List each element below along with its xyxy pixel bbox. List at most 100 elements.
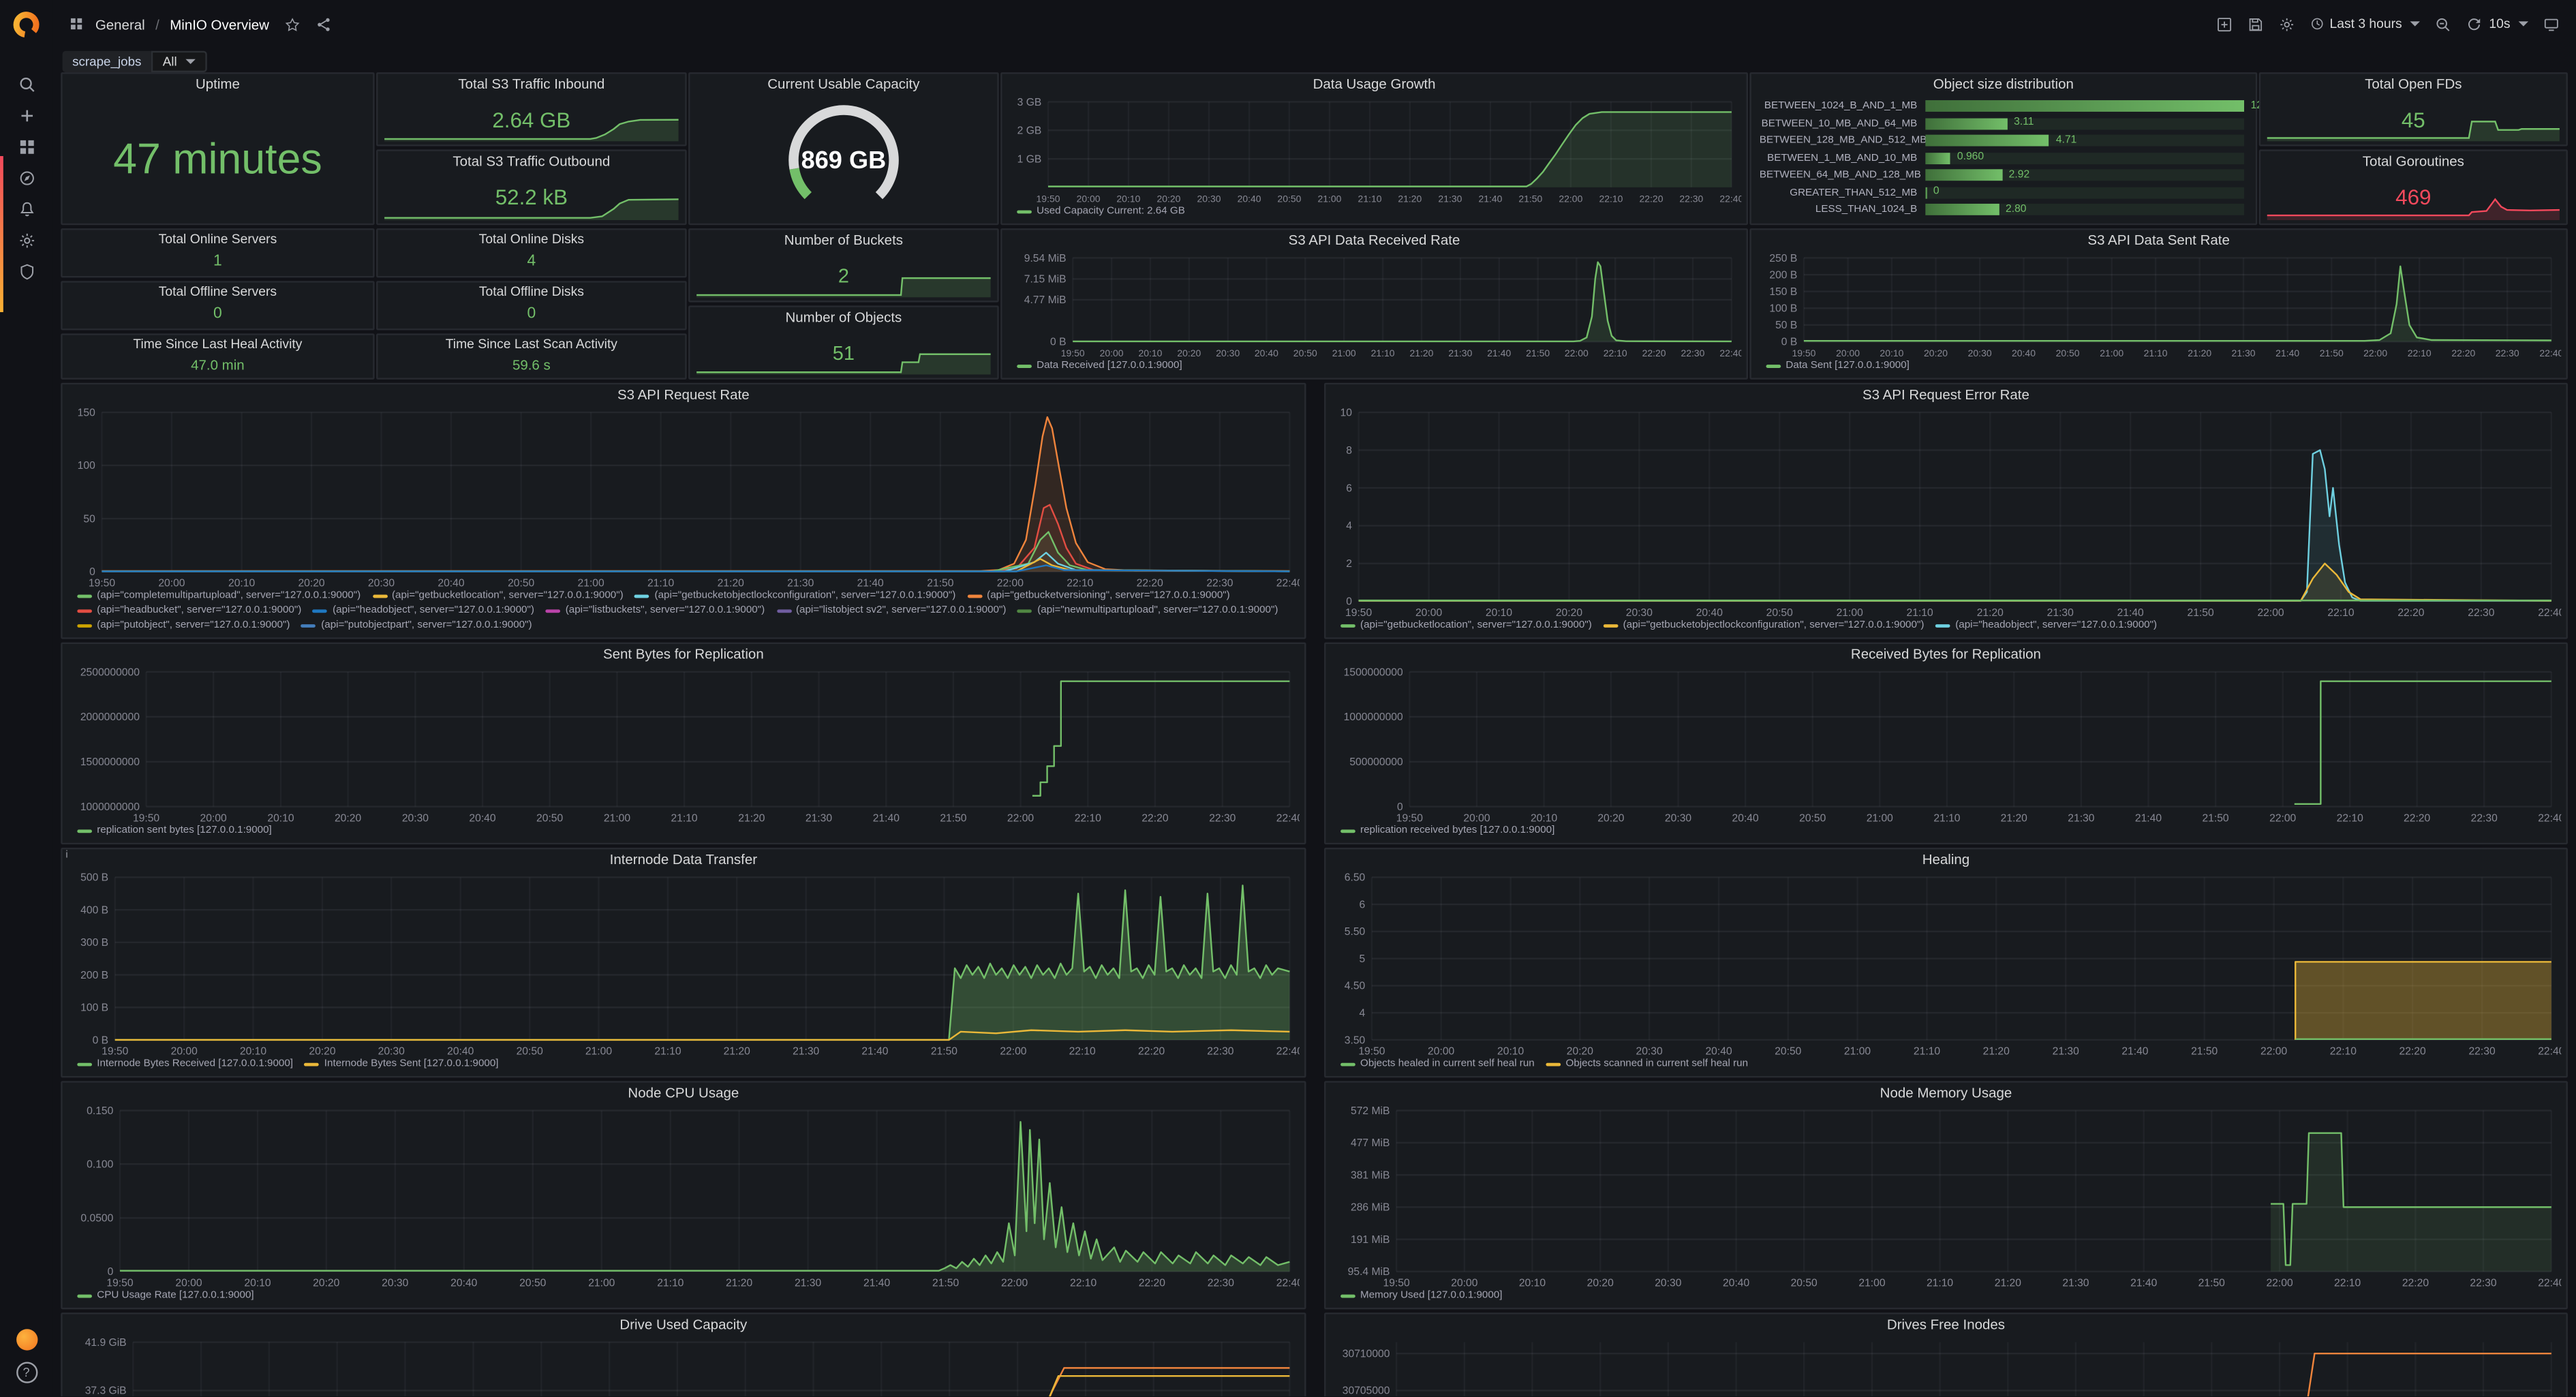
settings-gear-icon[interactable] <box>2279 16 2295 32</box>
grafana-logo[interactable] <box>0 0 52 49</box>
panel-title[interactable]: Received Bytes for Replication <box>1325 644 2566 665</box>
panel-title[interactable]: Node CPU Usage <box>63 1083 1304 1104</box>
time-range-picker[interactable]: Last 3 hours <box>2310 16 2421 31</box>
legend-item[interactable]: (api="newmultipartupload", server="127.0… <box>1017 604 1278 617</box>
breadcrumb[interactable]: General / MinIO Overview <box>95 16 269 32</box>
user-avatar[interactable] <box>16 1329 37 1350</box>
timeseries-chart[interactable]: 024681019:5020:0020:1020:2020:3020:4020:… <box>1331 408 2562 619</box>
panel-title[interactable]: Object size distribution <box>1751 74 2256 95</box>
legend-item[interactable]: Internode Bytes Received [127.0.0.1:9000… <box>77 1058 293 1071</box>
panel-title[interactable]: Data Usage Growth <box>1002 74 1747 95</box>
legend-item[interactable]: (api="headobject", server="127.0.0.1:900… <box>1935 619 2157 632</box>
panel-title[interactable]: Number of Objects <box>690 307 997 328</box>
legend-item[interactable]: Objects scanned in current self heal run <box>1546 1058 1748 1071</box>
panel-title[interactable]: Healing <box>1325 849 2566 870</box>
legend-item[interactable]: (api="getbucketlocation", server="127.0.… <box>1340 619 1592 632</box>
search-icon[interactable] <box>0 71 52 99</box>
refresh-icon[interactable] <box>2466 16 2483 32</box>
bargauge-row[interactable]: LESS_THAN_1024_B2.80 <box>1760 202 2244 217</box>
configuration-gear-icon[interactable] <box>0 227 52 255</box>
bargauge-row[interactable]: BETWEEN_1_MB_AND_10_MB0.960 <box>1760 151 2244 166</box>
refresh-interval-picker[interactable]: 10s <box>2489 16 2528 31</box>
legend-item[interactable]: Objects healed in current self heal run <box>1340 1058 1535 1071</box>
bargauge-row[interactable]: BETWEEN_128_MB_AND_512_MB4.71 <box>1760 133 2244 148</box>
bargauge-row[interactable]: BETWEEN_64_MB_AND_128_MB2.92 <box>1760 168 2244 183</box>
panel-title[interactable]: Total S3 Traffic Inbound <box>378 74 685 95</box>
legend-item[interactable]: (api="completemultipartupload", server="… <box>77 589 361 602</box>
legend-item[interactable]: CPU Usage Rate [127.0.0.1:9000] <box>77 1289 254 1302</box>
legend-item[interactable]: (api="getbucketlocation", server="127.0.… <box>372 589 624 602</box>
panel-title[interactable]: Total Open FDs <box>2260 74 2566 95</box>
legend-item[interactable]: (api="getbucketversioning", server="127.… <box>967 589 1230 602</box>
add-panel-icon[interactable] <box>2216 16 2233 32</box>
legend-item[interactable]: (api="headbucket", server="127.0.0.1:900… <box>77 604 301 617</box>
panel-info-icon[interactable]: i <box>65 851 67 861</box>
panel-title[interactable]: Node Memory Usage <box>1325 1083 2566 1104</box>
alerting-bell-icon[interactable] <box>0 196 52 224</box>
legend-item[interactable]: replication sent bytes [127.0.0.1:9000] <box>77 825 271 838</box>
page-title[interactable]: MinIO Overview <box>170 16 269 32</box>
timeseries-chart[interactable]: 95.4 MiB191 MiB286 MiB381 MiB477 MiB572 … <box>1331 1105 2562 1289</box>
legend-item[interactable]: Data Received [127.0.0.1:9000] <box>1017 360 1182 373</box>
panel-title[interactable]: Total Online Disks <box>378 230 685 248</box>
panel-title[interactable]: Total Online Servers <box>63 230 373 248</box>
server-admin-shield-icon[interactable] <box>0 258 52 286</box>
dashboards-icon[interactable] <box>0 133 52 161</box>
variable-value-dropdown[interactable]: All <box>151 50 206 72</box>
timeseries-chart[interactable]: 1000000000150000000020000000002500000000… <box>67 667 1300 825</box>
panel-title[interactable]: S3 API Request Error Rate <box>1325 384 2566 405</box>
zoom-out-icon[interactable] <box>2435 16 2451 32</box>
panel-title[interactable]: S3 API Data Received Rate <box>1002 230 1747 251</box>
timeseries-chart[interactable]: 1 GB2 GB3 GB19:5020:0020:1020:2020:3020:… <box>1007 97 1742 205</box>
panel-title[interactable]: Number of Buckets <box>690 230 997 251</box>
legend-item[interactable]: (api="putobjectpart", server="127.0.0.1:… <box>301 619 532 632</box>
legend-item[interactable]: (api="getbucketobjectlockconfiguration",… <box>1604 619 1925 632</box>
legend-item[interactable]: (api="listbuckets", server="127.0.0.1:90… <box>546 604 765 617</box>
panel-title[interactable]: Total Goroutines <box>2260 151 2566 172</box>
help-icon[interactable]: ? <box>16 1362 37 1383</box>
panel-title[interactable]: Total Offline Disks <box>378 283 685 301</box>
legend-item[interactable]: Data Sent [127.0.0.1:9000] <box>1766 360 1910 373</box>
legend-item[interactable]: (api="getbucketobjectlockconfiguration",… <box>635 589 956 602</box>
tv-kiosk-icon[interactable] <box>2543 16 2560 32</box>
legend-item[interactable]: replication received bytes [127.0.0.1:90… <box>1340 825 1554 838</box>
panel-title[interactable]: Current Usable Capacity <box>690 74 997 95</box>
legend-item[interactable]: (api="listobject sv2", server="127.0.0.1… <box>776 604 1006 617</box>
bargauge-row[interactable]: BETWEEN_1024_B_AND_1_MB12.1 <box>1760 99 2244 114</box>
panel-title[interactable]: S3 API Request Rate <box>63 384 1304 405</box>
timeseries-chart[interactable]: 05000000001000000000150000000019:5020:00… <box>1331 667 2562 825</box>
timeseries-chart[interactable]: 05010015019:5020:0020:1020:2020:3020:402… <box>67 408 1300 590</box>
panel-title[interactable]: Uptime <box>63 74 373 95</box>
timeseries-chart[interactable]: 0 B100 B200 B300 B400 B500 B19:5020:0020… <box>67 872 1300 1058</box>
share-icon[interactable] <box>315 16 331 32</box>
timeseries-chart[interactable]: 307050003071000019:5020:0020:1020:2020:3… <box>1331 1337 2562 1396</box>
panel-title[interactable]: Drives Free Inodes <box>1325 1315 2566 1336</box>
panel-title[interactable]: Sent Bytes for Replication <box>63 644 1304 665</box>
timeseries-chart[interactable]: 0 B50 B100 B150 B200 B250 B19:5020:0020:… <box>1756 253 2561 360</box>
panel-title[interactable]: S3 API Data Sent Rate <box>1751 230 2566 251</box>
panel-title[interactable]: Time Since Last Scan Activity <box>378 335 685 354</box>
star-icon[interactable] <box>284 16 301 32</box>
timeseries-chart[interactable]: 3.5044.5055.5066.5019:5020:0020:1020:202… <box>1331 872 2562 1058</box>
timeseries-chart[interactable]: 37.3 GiB41.9 GiB19:5020:0020:1020:2020:3… <box>67 1337 1300 1396</box>
legend-item[interactable]: (api="putobject", server="127.0.0.1:9000… <box>77 619 290 632</box>
plus-icon[interactable] <box>0 102 52 129</box>
panel-title[interactable]: Total S3 Traffic Outbound <box>378 151 685 172</box>
save-icon[interactable] <box>2248 16 2264 32</box>
breadcrumb-section[interactable]: General <box>95 16 145 32</box>
legend-item[interactable]: (api="headobject", server="127.0.0.1:900… <box>313 604 534 617</box>
bargauge-row[interactable]: GREATER_THAN_512_MB0 <box>1760 185 2244 200</box>
panel-title[interactable]: Internode Data Transfer <box>63 849 1304 870</box>
bargauge-row[interactable]: BETWEEN_10_MB_AND_64_MB3.11 <box>1760 116 2244 131</box>
legend-item[interactable]: Memory Used [127.0.0.1:9000] <box>1340 1289 1502 1302</box>
panel-title[interactable]: Time Since Last Heal Activity <box>63 335 373 354</box>
explore-compass-icon[interactable] <box>0 164 52 192</box>
capacity-gauge[interactable]: 869 GB <box>695 97 992 220</box>
timeseries-chart[interactable]: 0 B4.77 MiB7.15 MiB9.54 MiB19:5020:0020:… <box>1007 253 1742 360</box>
panel-title[interactable]: Total Offline Servers <box>63 283 373 301</box>
panel-title[interactable]: Drive Used Capacity <box>63 1315 1304 1336</box>
legend-item[interactable]: Internode Bytes Sent [127.0.0.1:9000] <box>305 1058 499 1071</box>
dashboard-grid-icon[interactable] <box>69 16 84 31</box>
legend-item[interactable]: Used Capacity Current: 2.64 GB <box>1017 205 1185 218</box>
timeseries-chart[interactable]: 00.05000.1000.15019:5020:0020:1020:2020:… <box>67 1105 1300 1289</box>
